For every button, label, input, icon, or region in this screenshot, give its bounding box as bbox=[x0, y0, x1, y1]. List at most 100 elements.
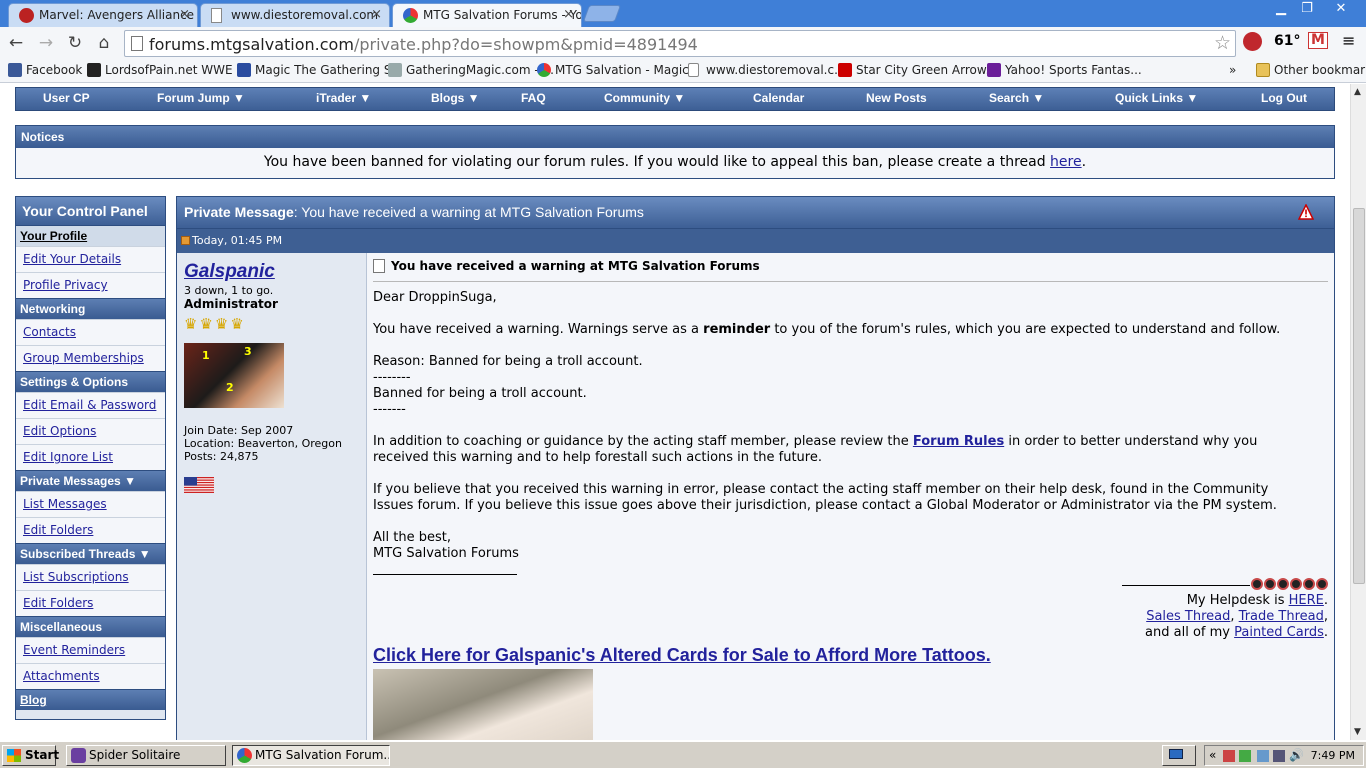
bookmark-mtg-salvation[interactable]: MTG Salvation - Magic... bbox=[537, 63, 700, 77]
bookmark-starcity[interactable]: Star City Green Arrow... bbox=[838, 63, 997, 77]
altered-cards-link[interactable]: Click Here for Galspanic's Altered Cards… bbox=[373, 645, 991, 666]
report-warning-icon[interactable] bbox=[1298, 204, 1314, 220]
nav-community[interactable]: Community ▼ bbox=[604, 91, 685, 105]
cp-item: Contacts bbox=[16, 319, 165, 345]
show-desktop-button[interactable] bbox=[1162, 745, 1196, 766]
nav-quick-links[interactable]: Quick Links ▼ bbox=[1115, 91, 1198, 105]
wrench-menu-icon[interactable]: ≡ bbox=[1342, 31, 1355, 50]
task-spider-solitaire[interactable]: Spider Solitaire bbox=[66, 745, 226, 766]
nav-search[interactable]: Search ▼ bbox=[989, 91, 1044, 105]
network-icon[interactable] bbox=[1257, 750, 1269, 762]
restore-icon[interactable]: ❐ bbox=[1294, 0, 1320, 18]
attachments-link[interactable]: Attachments bbox=[23, 669, 100, 683]
edit-pm-folders-link[interactable]: Edit Folders bbox=[23, 523, 93, 537]
bookmark-facebook[interactable]: Facebook bbox=[8, 63, 82, 77]
tab-diestoremoval[interactable]: www.diestoremoval.com × bbox=[200, 3, 390, 27]
close-window-icon[interactable]: ✕ bbox=[1326, 0, 1356, 18]
nav-faq[interactable]: FAQ bbox=[521, 91, 546, 105]
start-button[interactable]: Start bbox=[2, 745, 59, 766]
tray-expand-icon[interactable]: « bbox=[1209, 748, 1216, 762]
cp-your-profile[interactable]: Your Profile bbox=[16, 225, 165, 246]
volume-icon[interactable]: 🔊 bbox=[1289, 748, 1304, 762]
display-icon[interactable] bbox=[1273, 750, 1285, 762]
list-messages-link[interactable]: List Messages bbox=[23, 497, 107, 511]
bookmark-diestoremoval[interactable]: www.diestoremoval.c... bbox=[688, 63, 846, 77]
back-arrow-icon[interactable]: ← bbox=[5, 33, 27, 53]
other-bookmarks[interactable]: Other bookmarks bbox=[1256, 63, 1366, 77]
bookmark-lordsofpain[interactable]: LordsofPain.net WWE ... bbox=[87, 63, 248, 77]
trophy-row: ♛ ♛ ♛ ♛ bbox=[184, 315, 359, 333]
weather-temp[interactable]: 61° bbox=[1274, 33, 1300, 49]
sales-thread-link[interactable]: Sales Thread bbox=[1146, 609, 1230, 624]
mtg-salvation-icon bbox=[537, 63, 551, 77]
tray-app-icon[interactable] bbox=[1239, 750, 1251, 762]
error-line-2: Issues forum. If you believe this issue … bbox=[373, 498, 1277, 513]
reason-detail: Banned for being a troll account. bbox=[373, 386, 587, 401]
edit-options-link[interactable]: Edit Options bbox=[23, 424, 96, 438]
bookmarks-overflow-icon[interactable]: » bbox=[1229, 63, 1236, 77]
nav-log-out[interactable]: Log Out bbox=[1261, 91, 1307, 105]
edit-details-link[interactable]: Edit Your Details bbox=[23, 252, 121, 266]
warning-line: You have received a warning. Warnings se… bbox=[373, 322, 1281, 337]
helpdesk-link[interactable]: HERE bbox=[1289, 593, 1324, 608]
cp-section-private-messages[interactable]: Private Messages ▼ bbox=[16, 470, 165, 491]
tray-app-icon[interactable] bbox=[1223, 750, 1235, 762]
nav-new-posts[interactable]: New Posts bbox=[866, 91, 927, 105]
bookmark-mtg-s[interactable]: Magic The Gathering S... bbox=[237, 63, 403, 77]
group-memberships-link[interactable]: Group Memberships bbox=[23, 351, 144, 365]
address-bar[interactable]: forums.mtgsalvation.com/private.php?do=s… bbox=[124, 30, 1236, 57]
bookmark-yahoo-sports[interactable]: Yahoo! Sports Fantas... bbox=[987, 63, 1142, 77]
tab-marvel[interactable]: Marvel: Avengers Alliance on × bbox=[8, 3, 198, 27]
new-tab-button[interactable] bbox=[582, 5, 622, 22]
adblock-icon[interactable] bbox=[1243, 32, 1262, 51]
nav-user-cp[interactable]: User CP bbox=[43, 91, 90, 105]
author-rank: Administrator bbox=[184, 297, 278, 311]
profile-privacy-link[interactable]: Profile Privacy bbox=[23, 278, 108, 292]
gmail-icon[interactable]: M bbox=[1308, 32, 1328, 49]
magic-icon bbox=[237, 63, 251, 77]
nav-forum-jump[interactable]: Forum Jump ▼ bbox=[157, 91, 245, 105]
scrollbar-thumb[interactable] bbox=[1353, 208, 1365, 584]
painted-cards-link[interactable]: Painted Cards bbox=[1234, 625, 1324, 640]
greeting: Dear DroppinSuga, bbox=[373, 290, 497, 305]
author-name[interactable]: Galspanic bbox=[184, 261, 359, 283]
cp-item: Edit Options bbox=[16, 418, 165, 444]
home-icon[interactable]: ⌂ bbox=[93, 33, 115, 53]
tab-mtg-salvation[interactable]: MTG Salvation Forums - You × bbox=[392, 3, 582, 27]
signature-divider bbox=[373, 574, 517, 575]
forward-arrow-icon[interactable]: → bbox=[35, 33, 57, 53]
nav-itrader[interactable]: iTrader ▼ bbox=[316, 91, 371, 105]
close-tab-icon[interactable]: × bbox=[179, 7, 190, 22]
cp-section-subscribed-threads[interactable]: Subscribed Threads ▼ bbox=[16, 543, 165, 564]
edit-sub-folders-link[interactable]: Edit Folders bbox=[23, 596, 93, 610]
blog-link[interactable]: Blog bbox=[20, 693, 47, 707]
page-icon bbox=[688, 63, 699, 77]
edit-ignore-list-link[interactable]: Edit Ignore List bbox=[23, 450, 113, 464]
cp-item: Group Memberships bbox=[16, 345, 165, 371]
bookmark-star-icon[interactable]: ☆ bbox=[1214, 32, 1231, 54]
author-avatar[interactable]: 1 3 2 bbox=[184, 343, 284, 408]
close-tab-icon[interactable]: × bbox=[371, 7, 382, 22]
cp-item: List Subscriptions bbox=[16, 564, 165, 590]
scroll-up-icon[interactable]: ▲ bbox=[1354, 87, 1361, 97]
url-text[interactable]: forums.mtgsalvation.com/private.php?do=s… bbox=[149, 35, 698, 54]
forum-rules-link[interactable]: Forum Rules bbox=[913, 434, 1004, 449]
edit-email-link[interactable]: Edit Email & Password bbox=[23, 398, 156, 412]
clock[interactable]: 7:49 PM bbox=[1311, 749, 1355, 762]
close-tab-icon[interactable]: × bbox=[563, 7, 574, 22]
reload-icon[interactable]: ↻ bbox=[64, 33, 86, 53]
appeal-link[interactable]: here bbox=[1050, 154, 1082, 170]
task-mtg-salvation[interactable]: MTG Salvation Forum... bbox=[232, 745, 390, 766]
list-subscriptions-link[interactable]: List Subscriptions bbox=[23, 570, 129, 584]
minimize-icon[interactable]: ▁ bbox=[1268, 0, 1294, 18]
bookmark-gatheringmagic[interactable]: GatheringMagic.com - ... bbox=[388, 63, 554, 77]
trade-thread-link[interactable]: Trade Thread bbox=[1239, 609, 1324, 624]
nav-calendar[interactable]: Calendar bbox=[753, 91, 804, 105]
nav-blogs[interactable]: Blogs ▼ bbox=[431, 91, 480, 105]
page-scrollbar[interactable]: ▲ ▼ bbox=[1350, 84, 1366, 740]
event-reminders-link[interactable]: Event Reminders bbox=[23, 643, 125, 657]
contacts-link[interactable]: Contacts bbox=[23, 325, 76, 339]
avatar-label: 2 bbox=[226, 381, 234, 394]
signature-photo bbox=[373, 669, 593, 740]
scroll-down-icon[interactable]: ▼ bbox=[1354, 727, 1361, 737]
